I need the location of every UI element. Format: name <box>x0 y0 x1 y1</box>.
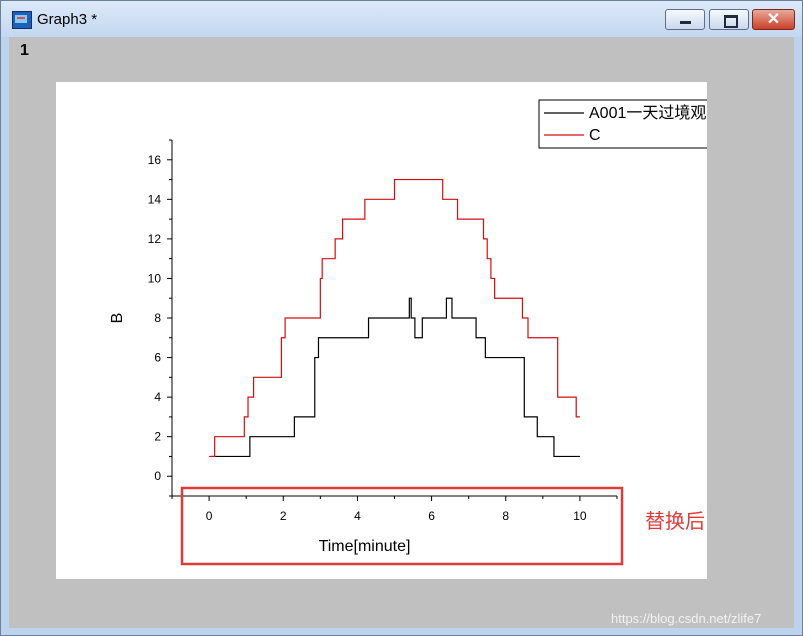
x-tick-label: 8 <box>502 509 509 523</box>
layer-label[interactable]: 1 <box>20 42 29 60</box>
close-button[interactable]: ✕ <box>752 9 795 30</box>
y-tick-label: 10 <box>148 271 162 285</box>
y-tick-label: 0 <box>154 469 161 483</box>
y-tick-label: 16 <box>148 153 162 167</box>
annotation-text: 替换后 <box>645 509 705 533</box>
legend-label-1: A001一天过境观测测站数 <box>589 103 707 122</box>
y-tick-label: 2 <box>154 430 161 444</box>
title-bar[interactable]: Graph3 * ✕ <box>1 1 802 37</box>
close-icon: ✕ <box>766 11 781 28</box>
x-tick-label: 10 <box>573 509 587 523</box>
graph-window: Graph3 * ✕ 1 0 2 4 6 8 10 12 14 16 0 2 4 6 8 10 Time[mi… <box>0 0 803 636</box>
graph-page[interactable]: 0 2 4 6 8 10 12 14 16 0 2 4 6 8 10 Time[minute] B A001一天过… <box>56 82 707 579</box>
y-tick-label: 14 <box>148 192 162 206</box>
x-tick-label: 2 <box>280 509 287 523</box>
graph-app-icon[interactable] <box>12 11 32 29</box>
y-axis-title: B <box>109 313 126 324</box>
maximize-icon <box>724 15 738 28</box>
y-tick-label: 4 <box>154 390 161 404</box>
minimize-icon <box>680 21 691 24</box>
chart-svg[interactable]: 0 2 4 6 8 10 12 14 16 0 2 4 6 8 10 Time[minute] B A001一天过… <box>56 82 707 579</box>
y-tick-label: 8 <box>154 311 161 325</box>
x-tick-label: 4 <box>354 509 361 523</box>
legend-label-2: C <box>589 127 601 144</box>
watermark-text: https://blog.csdn.net/zlife7 <box>611 611 762 626</box>
x-axis-title: Time[minute] <box>319 538 411 555</box>
x-tick-label: 0 <box>206 509 213 523</box>
y-tick-label: 6 <box>154 351 161 365</box>
y-tick-label: 12 <box>148 232 162 246</box>
window-title: Graph3 * <box>37 11 98 28</box>
x-tick-label: 6 <box>428 509 435 523</box>
minimize-button[interactable] <box>665 9 705 30</box>
maximize-button[interactable] <box>709 9 749 30</box>
